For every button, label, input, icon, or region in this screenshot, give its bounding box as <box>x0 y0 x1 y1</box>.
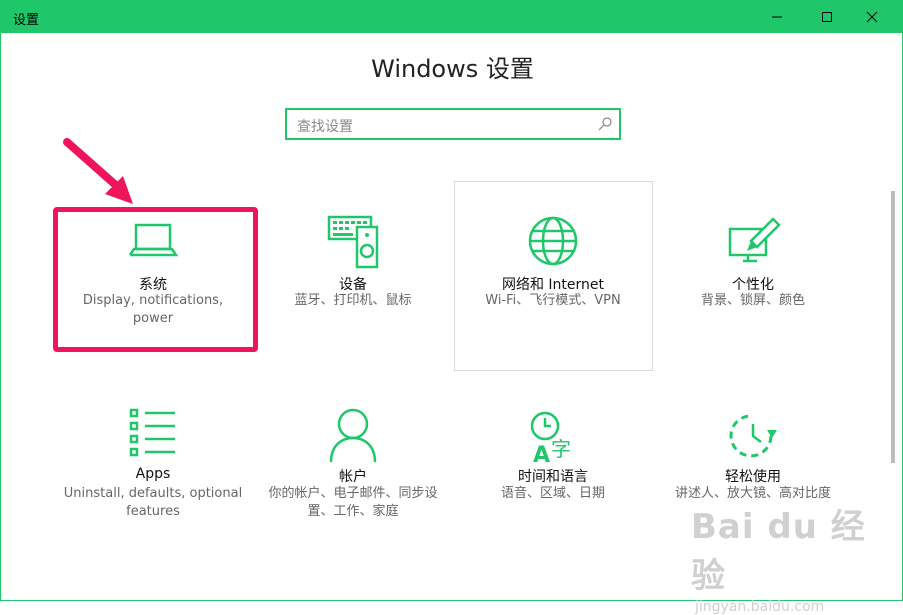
devices-icon <box>327 215 379 269</box>
tile-ease-of-access-name: 轻松使用 <box>725 469 781 485</box>
close-icon <box>866 11 878 23</box>
tile-accounts-desc: 你的帐户、电子邮件、同步设置、工作、家庭 <box>268 486 438 519</box>
search-icon[interactable] <box>597 116 613 132</box>
pointer-arrow <box>63 138 133 204</box>
watermark-sub: jingyan.baidu.com <box>695 599 825 615</box>
tile-accounts[interactable]: 帐户 你的帐户、电子邮件、同步设置、工作、家庭 <box>253 396 453 586</box>
page-title: Windows 设置 <box>371 55 534 83</box>
watermark: Bai du 经验 jingyan.baidu.com <box>691 499 891 615</box>
search-box[interactable]: 查找设置 <box>285 108 621 140</box>
tile-network-desc: Wi-Fi、飞行模式、VPN <box>485 293 621 308</box>
tile-personalization-desc: 背景、锁屏、颜色 <box>700 293 805 308</box>
tile-devices[interactable]: 设备 蓝牙、打印机、鼠标 <box>253 201 453 391</box>
minimize-icon <box>772 16 782 18</box>
tile-apps-desc: Uninstall, defaults, optional features <box>63 486 243 519</box>
maximize-button[interactable] <box>804 1 850 33</box>
apps-list-icon <box>129 408 175 457</box>
tile-personalization-name: 个性化 <box>732 277 774 293</box>
window-title: 设置 <box>13 13 40 28</box>
globe-icon <box>528 216 578 266</box>
search-placeholder: 查找设置 <box>297 119 353 135</box>
settings-window: 设置 Windows 设置 查找设置 系统 Display, notificat… <box>0 0 903 615</box>
tile-network[interactable]: 网络和 Internet Wi-Fi、飞行模式、VPN <box>453 201 653 391</box>
svg-text:字: 字 <box>551 437 571 461</box>
close-button[interactable] <box>849 1 895 33</box>
time-language-icon: A 字 <box>530 411 571 466</box>
tile-time-language-desc: 语音、区域、日期 <box>500 486 605 501</box>
account-icon <box>329 408 377 463</box>
tile-accounts-name: 帐户 <box>339 469 367 485</box>
ease-of-access-icon <box>729 414 777 458</box>
scrollbar[interactable] <box>891 191 895 463</box>
tile-devices-name: 设备 <box>339 277 367 293</box>
tile-apps-name: Apps <box>135 466 171 482</box>
tile-time-language[interactable]: A 字 时间和语言 语音、区域、日期 <box>453 396 653 586</box>
title-bar[interactable]: 设置 <box>1 1 902 33</box>
tile-apps[interactable]: Apps Uninstall, defaults, optional featu… <box>53 396 253 586</box>
watermark-main: Bai du 经验 <box>691 507 866 596</box>
maximize-icon <box>822 12 832 22</box>
personalization-icon <box>728 217 781 263</box>
tile-personalization[interactable]: 个性化 背景、锁屏、颜色 <box>653 201 853 391</box>
tile-devices-desc: 蓝牙、打印机、鼠标 <box>294 293 412 308</box>
tile-network-name: 网络和 Internet <box>501 277 605 293</box>
svg-text:A: A <box>533 443 550 466</box>
highlight-box <box>53 207 258 352</box>
tile-time-language-name: 时间和语言 <box>518 469 588 485</box>
minimize-button[interactable] <box>754 1 800 33</box>
